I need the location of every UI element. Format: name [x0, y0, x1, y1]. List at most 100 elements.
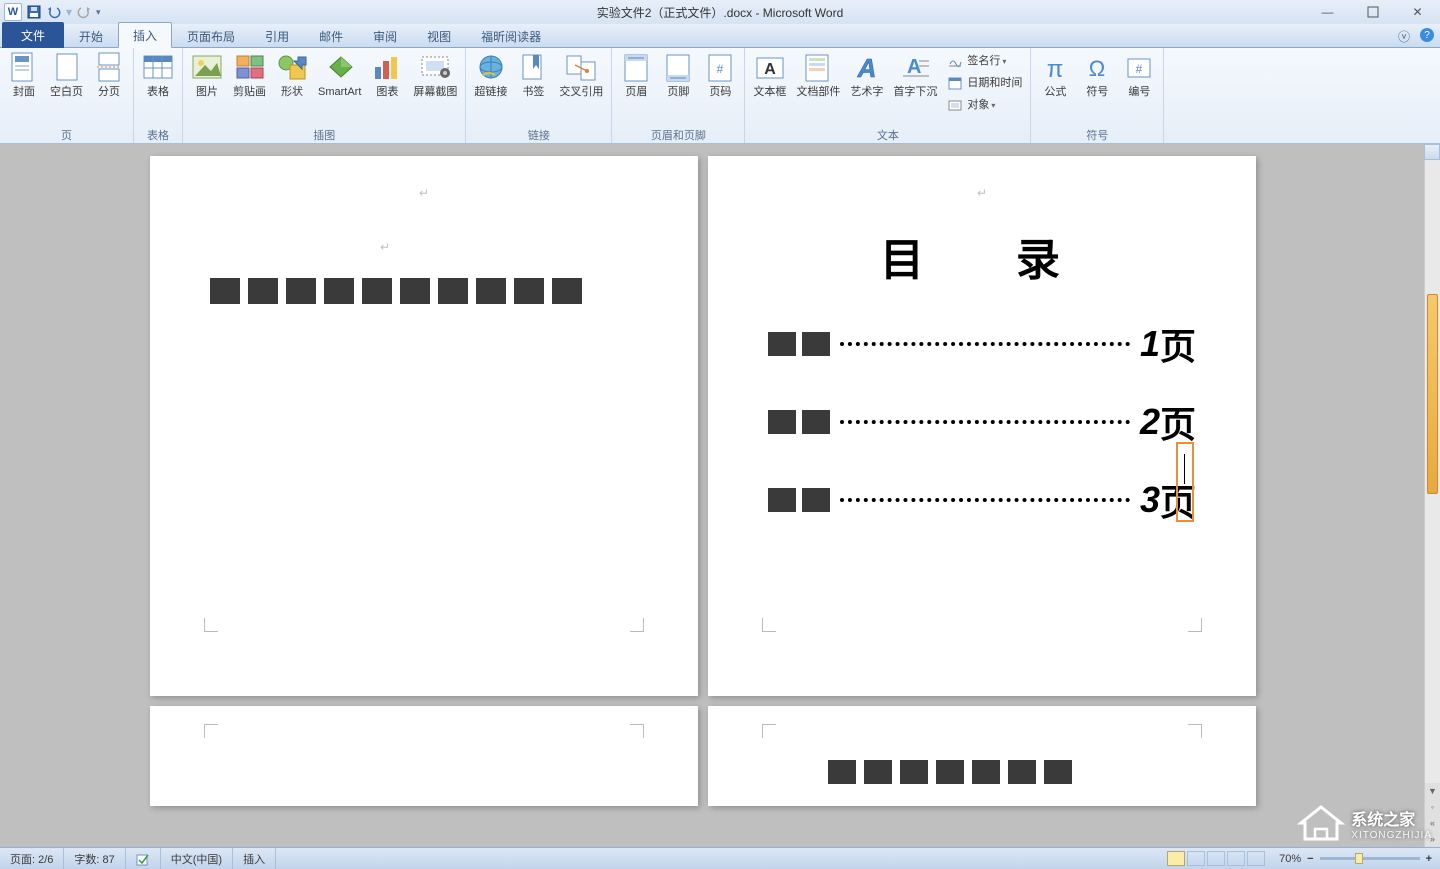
chart-icon — [371, 52, 403, 84]
svg-text:#: # — [717, 62, 724, 76]
wordart-button[interactable]: A艺术字 — [846, 50, 887, 101]
hyperlink-button[interactable]: 超链接 — [470, 50, 511, 101]
screenshot-button[interactable]: 屏幕截图 — [409, 50, 461, 101]
status-proofing[interactable] — [126, 848, 161, 869]
watermark-sub: XITONGZHIJIA — [1351, 830, 1432, 841]
group-symbols: π公式 Ω符号 #编号 符号 — [1031, 48, 1164, 143]
web-layout-view-button[interactable] — [1207, 851, 1225, 866]
smartart-icon — [324, 52, 356, 84]
crossref-icon — [565, 52, 597, 84]
document-area[interactable]: ↵ ↵ ↵ 目 录 1 页 2 页 — [0, 144, 1424, 847]
minimize-ribbon-icon[interactable]: ⓥ — [1398, 28, 1410, 45]
tab-references[interactable]: 引用 — [250, 23, 304, 48]
fullscreen-reading-view-button[interactable] — [1187, 851, 1205, 866]
number-button[interactable]: #编号 — [1119, 50, 1159, 101]
group-links: 超链接 书签 交叉引用 链接 — [466, 48, 612, 143]
help-icon[interactable]: ? — [1420, 28, 1434, 42]
print-layout-view-button[interactable] — [1167, 851, 1185, 866]
document-page-2[interactable]: ↵ 目 录 1 页 2 页 3 页 — [708, 156, 1256, 696]
picture-button[interactable]: 图片 — [187, 50, 227, 101]
tab-review[interactable]: 审阅 — [358, 23, 412, 48]
paragraph-mark: ↵ — [210, 186, 638, 200]
paragraph-mark: ↵ — [210, 240, 638, 254]
undo-icon[interactable] — [46, 4, 62, 20]
window-title: 实验文件2（正式文件）.docx - Microsoft Word — [597, 4, 843, 21]
qat-customize-icon[interactable]: ▾ — [96, 7, 101, 18]
datetime-button[interactable]: 日期和时间 — [943, 72, 1026, 94]
word-logo-icon: W — [4, 3, 22, 21]
status-word-count[interactable]: 字数: 87 — [64, 848, 125, 869]
page-number-button[interactable]: #页码 — [700, 50, 740, 101]
table-button[interactable]: 表格 — [138, 50, 178, 101]
split-box-icon[interactable] — [1424, 144, 1440, 160]
tab-file[interactable]: 文件 — [2, 22, 64, 48]
page-number-icon: # — [704, 52, 736, 84]
watermark-logo-icon — [1297, 803, 1345, 843]
group-tables: 表格 表格 — [134, 48, 183, 143]
text-cursor — [1176, 442, 1194, 522]
cover-page-button[interactable]: 封面 — [4, 50, 44, 101]
clipart-button[interactable]: 剪贴画 — [229, 50, 270, 101]
status-insert-mode[interactable]: 插入 — [233, 848, 276, 869]
scroll-down-button[interactable]: ▼ — [1425, 783, 1440, 799]
group-header-footer: 页眉 页脚 #页码 页眉和页脚 — [612, 48, 745, 143]
draft-view-button[interactable] — [1247, 851, 1265, 866]
header-icon — [620, 52, 652, 84]
maximize-button[interactable] — [1350, 1, 1395, 23]
svg-text:A: A — [764, 61, 776, 78]
page-break-icon — [93, 52, 125, 84]
bookmark-button[interactable]: 书签 — [513, 50, 553, 101]
table-icon — [142, 52, 174, 84]
document-page-3[interactable] — [150, 706, 698, 806]
close-button[interactable]: ✕ — [1395, 1, 1440, 23]
group-illustrations: 图片 剪贴画 形状 SmartArt 图表 屏幕截图 插图 — [183, 48, 466, 143]
save-icon[interactable] — [26, 4, 42, 20]
crossref-button[interactable]: 交叉引用 — [555, 50, 607, 101]
status-page[interactable]: 页面: 2/6 — [0, 848, 64, 869]
textbox-icon: A — [754, 52, 786, 84]
document-page-1[interactable]: ↵ ↵ — [150, 156, 698, 696]
svg-text:#: # — [1136, 62, 1143, 76]
signature-line-button[interactable]: 签名行▾ — [943, 50, 1026, 72]
watermark-brand: 系统之家 — [1351, 812, 1415, 829]
redo-icon[interactable] — [76, 4, 92, 20]
group-links-label: 链接 — [470, 127, 607, 143]
status-language[interactable]: 中文(中国) — [161, 848, 233, 869]
symbol-button[interactable]: Ω符号 — [1077, 50, 1117, 101]
vertical-scrollbar[interactable]: ▲ ▼ ◦ « » — [1424, 144, 1440, 847]
tab-view[interactable]: 视图 — [412, 23, 466, 48]
tab-mailings[interactable]: 邮件 — [304, 23, 358, 48]
status-bar: 页面: 2/6 字数: 87 中文(中国) 插入 70% − + — [0, 847, 1440, 869]
number-icon: # — [1123, 52, 1155, 84]
minimize-button[interactable]: — — [1305, 1, 1350, 23]
zoom-in-button[interactable]: + — [1426, 853, 1432, 865]
page-break-button[interactable]: 分页 — [89, 50, 129, 101]
outline-view-button[interactable] — [1227, 851, 1245, 866]
zoom-slider-thumb[interactable] — [1355, 853, 1363, 864]
footer-button[interactable]: 页脚 — [658, 50, 698, 101]
chart-button[interactable]: 图表 — [367, 50, 407, 101]
zoom-out-button[interactable]: − — [1307, 853, 1313, 865]
shapes-button[interactable]: 形状 — [272, 50, 312, 101]
textbox-button[interactable]: A文本框 — [749, 50, 790, 101]
datetime-icon — [947, 75, 963, 91]
document-page-4[interactable] — [708, 706, 1256, 806]
header-button[interactable]: 页眉 — [616, 50, 656, 101]
zoom-slider[interactable] — [1320, 857, 1420, 860]
zoom-level-label[interactable]: 70% — [1279, 853, 1301, 865]
equation-button[interactable]: π公式 — [1035, 50, 1075, 101]
object-icon — [947, 97, 963, 113]
scrollbar-thumb[interactable] — [1427, 294, 1438, 494]
tab-foxit[interactable]: 福昕阅读器 — [466, 23, 556, 48]
clipart-icon — [234, 52, 266, 84]
smartart-button[interactable]: SmartArt — [314, 50, 365, 101]
object-button[interactable]: 对象▾ — [943, 94, 1026, 116]
tab-home[interactable]: 开始 — [64, 23, 118, 48]
blank-page-button[interactable]: 空白页 — [46, 50, 87, 101]
group-pages: 封面 空白页 分页 页 — [0, 48, 134, 143]
tab-insert[interactable]: 插入 — [118, 22, 172, 48]
zoom-controls: 70% − + — [1271, 853, 1440, 865]
quickparts-button[interactable]: 文档部件 — [792, 50, 844, 101]
tab-layout[interactable]: 页面布局 — [172, 23, 250, 48]
dropcap-button[interactable]: A首字下沉 — [889, 50, 941, 101]
